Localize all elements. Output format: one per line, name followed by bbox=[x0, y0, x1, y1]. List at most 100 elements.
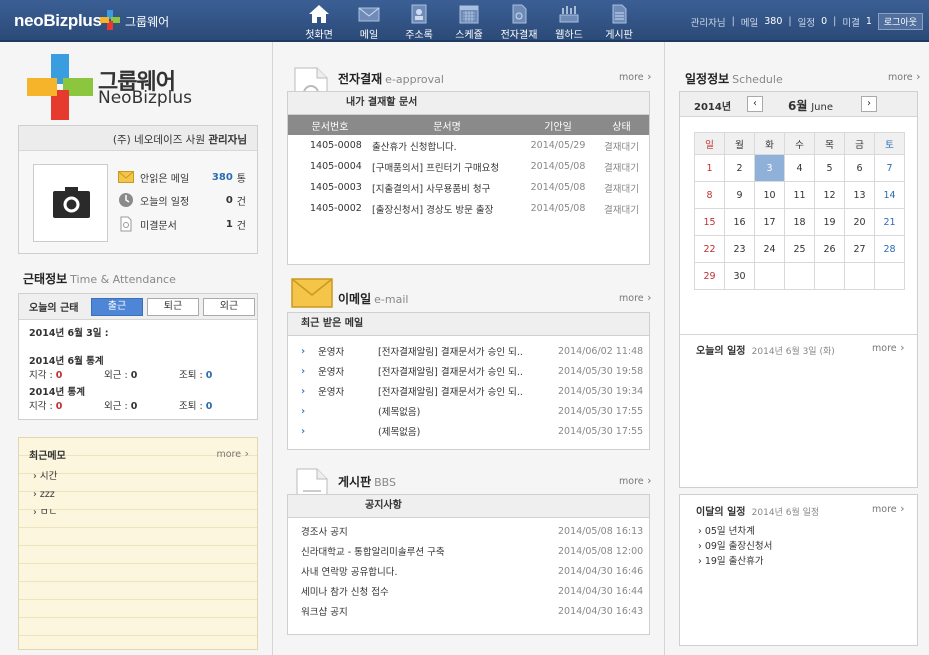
calendar-day[interactable]: 2 bbox=[724, 154, 755, 182]
table-row[interactable]: 세미나 참가 신청 접수 2014/04/30 16:44 bbox=[288, 581, 649, 601]
schedule-panel: 2014년 ‹ 6월 June › 일 월 화 수 목 금 토 1 2 3 4 … bbox=[679, 91, 918, 488]
approval-more-link[interactable]: more bbox=[619, 70, 652, 83]
table-row[interactable]: 신라대학교 - 통합알리미솔루션 구축 2014/05/08 12:00 bbox=[288, 541, 649, 561]
top-mail-label[interactable]: 메일 bbox=[741, 15, 758, 29]
nav-schedule[interactable]: 스케쥴 bbox=[444, 2, 494, 41]
email-subtitle: e-mail bbox=[374, 293, 409, 306]
calendar-day[interactable]: 7 bbox=[874, 154, 905, 182]
calendar-day[interactable]: 29 bbox=[694, 262, 725, 290]
table-row[interactable]: 1405-0004 [구매품의서] 프린터기 구매요청 2014/05/08 결재대기 bbox=[288, 156, 649, 177]
profile-photo[interactable] bbox=[33, 164, 108, 242]
calendar-day[interactable]: 16 bbox=[724, 208, 755, 236]
nav-approval[interactable]: 전자결재 bbox=[494, 2, 544, 41]
schedule-more-link[interactable]: more bbox=[888, 70, 921, 83]
prev-month-button[interactable]: ‹ bbox=[747, 96, 763, 112]
top-schedule-label[interactable]: 일정 bbox=[798, 15, 815, 29]
profile-header: (주) 네오데이즈 사원 관리자님 bbox=[19, 126, 257, 151]
calendar-day[interactable]: 25 bbox=[784, 235, 815, 263]
calendar-day[interactable]: 30 bbox=[724, 262, 755, 290]
list-item[interactable]: › 19일 출산휴가 bbox=[698, 554, 772, 569]
memo-more-link[interactable]: more bbox=[216, 447, 249, 468]
table-row[interactable]: 1405-0002 [출장신청서] 경상도 방문 출장 2014/05/08 결재대기 bbox=[288, 198, 649, 219]
memo-list: › 시간 › zzz › ㅁㄴ bbox=[19, 468, 257, 522]
table-row[interactable]: 1405-0003 [지출결의서] 사무용품비 청구 2014/05/08 결재대기 bbox=[288, 177, 649, 198]
calendar-day[interactable]: 18 bbox=[784, 208, 815, 236]
calendar-day[interactable]: 10 bbox=[754, 181, 785, 209]
stat-value: 380 bbox=[211, 171, 233, 183]
nav-webhard[interactable]: 웹하드 bbox=[544, 2, 594, 41]
table-row[interactable]: › (제목없음) 2014/05/30 17:55 bbox=[288, 421, 649, 441]
calendar-day[interactable]: 22 bbox=[694, 235, 725, 263]
email-tab[interactable]: 최근 받은 메일 bbox=[288, 313, 649, 336]
checkin-button[interactable]: 출근 bbox=[91, 297, 143, 316]
top-pending-count[interactable]: 1 bbox=[866, 16, 872, 27]
stat-pending-docs[interactable]: 미결문서 1 건 bbox=[118, 212, 246, 236]
weekday-header: 목 bbox=[814, 132, 845, 155]
calendar-day[interactable]: 11 bbox=[784, 181, 815, 209]
top-mail-count[interactable]: 380 bbox=[764, 16, 782, 27]
email-more-link[interactable]: more bbox=[619, 291, 652, 304]
board-more-link[interactable]: more bbox=[619, 474, 652, 487]
user-name[interactable]: 관리자님 bbox=[691, 15, 726, 29]
stat-unread-mail[interactable]: 안읽은 메일 380 통 bbox=[118, 166, 246, 188]
table-row[interactable]: 워크샵 공지 2014/04/30 16:43 bbox=[288, 601, 649, 621]
calendar-day[interactable]: 17 bbox=[754, 208, 785, 236]
calendar-day[interactable]: 26 bbox=[814, 235, 845, 263]
monthly-schedule-subtitle: 2014년 6월 일정 bbox=[751, 508, 820, 518]
calendar-day[interactable]: 23 bbox=[724, 235, 755, 263]
calendar-day[interactable]: 9 bbox=[724, 181, 755, 209]
checkout-button[interactable]: 퇴근 bbox=[147, 297, 199, 316]
table-row[interactable]: › 운영자 [전자결재알림] 결재문서가 승인 되.. 2014/06/02 11:4… bbox=[288, 341, 649, 361]
logout-button[interactable]: 로그아웃 bbox=[877, 13, 923, 30]
table-row[interactable]: › 운영자 [전자결재알림] 결재문서가 승인 되.. 2014/05/30 19:3… bbox=[288, 381, 649, 401]
today-schedule-more-link[interactable]: more bbox=[872, 341, 905, 354]
list-item[interactable]: › 시간 bbox=[33, 468, 257, 486]
list-item[interactable]: › ㅁㄴ bbox=[33, 504, 257, 522]
calendar-day[interactable]: 15 bbox=[694, 208, 725, 236]
calendar-day[interactable]: 4 bbox=[784, 154, 815, 182]
monthly-schedule-more-link[interactable]: more bbox=[872, 502, 905, 515]
calendar-day[interactable]: 5 bbox=[814, 154, 845, 182]
calendar-day[interactable]: 13 bbox=[844, 181, 875, 209]
nav-mail-label: 메일 bbox=[359, 30, 379, 41]
calendar-day[interactable]: 8 bbox=[694, 181, 725, 209]
calendar-header: 2014년 ‹ 6월 June › bbox=[680, 92, 917, 117]
calendar-day-today[interactable]: 3 bbox=[754, 154, 785, 182]
table-row[interactable]: 1405-0008 출산휴가 신청합니다. 2014/05/29 결재대기 bbox=[288, 135, 649, 156]
list-item[interactable]: › 09일 출장신청서 bbox=[698, 539, 772, 554]
table-row[interactable]: › 운영자 [전자결재알림] 결재문서가 승인 되.. 2014/05/30 19:5… bbox=[288, 361, 649, 381]
calendar-day[interactable]: 24 bbox=[754, 235, 785, 263]
schedule-subtitle: Schedule bbox=[732, 73, 783, 86]
stat-today-schedule[interactable]: 오늘의 일정 0 건 bbox=[118, 188, 246, 212]
nav-mail[interactable]: 메일 bbox=[344, 2, 394, 41]
brand-logo[interactable]: neoBizplus bbox=[14, 11, 102, 31]
calendar-day[interactable]: 20 bbox=[844, 208, 875, 236]
top-pending-label[interactable]: 미결 bbox=[842, 15, 859, 29]
table-row[interactable]: › (제목없음) 2014/05/30 17:55 bbox=[288, 401, 649, 421]
calendar-day[interactable]: 6 bbox=[844, 154, 875, 182]
list-item[interactable]: › 05일 년차계 bbox=[698, 524, 772, 539]
calendar-day[interactable]: 21 bbox=[874, 208, 905, 236]
today-schedule-date: 2014년 6월 3일 (화) bbox=[751, 347, 835, 357]
calendar-day[interactable]: 19 bbox=[814, 208, 845, 236]
year-out-count: 0 bbox=[130, 401, 138, 412]
table-row[interactable]: 경조사 공지 2014/05/08 16:13 bbox=[288, 521, 649, 541]
outside-work-button[interactable]: 외근 bbox=[203, 297, 255, 316]
approval-tab[interactable]: 내가 결재할 문서 bbox=[288, 92, 649, 115]
nav-board[interactable]: 게시판 bbox=[594, 2, 644, 41]
list-item[interactable]: › zzz bbox=[33, 486, 257, 504]
calendar-day[interactable]: 14 bbox=[874, 181, 905, 209]
calendar-day[interactable]: 27 bbox=[844, 235, 875, 263]
year-early-count: 0 bbox=[205, 401, 213, 412]
month-early-count: 0 bbox=[205, 370, 213, 381]
camera-icon bbox=[53, 187, 90, 218]
table-row[interactable]: 사내 연락망 공유합니다. 2014/04/30 16:46 bbox=[288, 561, 649, 581]
calendar-day[interactable]: 1 bbox=[694, 154, 725, 182]
top-schedule-count[interactable]: 0 bbox=[821, 16, 827, 27]
nav-home[interactable]: 첫화면 bbox=[294, 2, 344, 41]
calendar-day[interactable]: 28 bbox=[874, 235, 905, 263]
nav-addressbook[interactable]: 주소록 bbox=[394, 2, 444, 41]
board-tab[interactable]: 공지사항 bbox=[288, 495, 649, 518]
calendar-day[interactable]: 12 bbox=[814, 181, 845, 209]
next-month-button[interactable]: › bbox=[861, 96, 877, 112]
